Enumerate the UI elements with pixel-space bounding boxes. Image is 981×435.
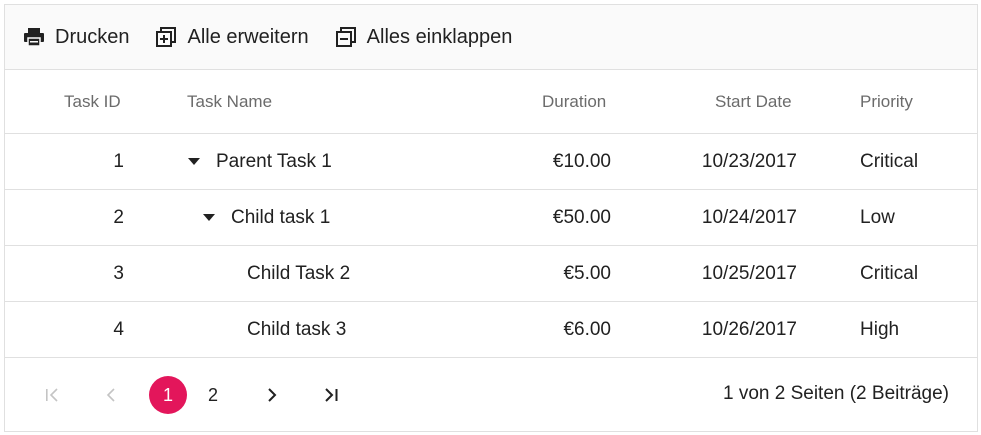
table-row[interactable]: 4 Child task 3 €6.00 10/26/2017 High [5, 302, 977, 358]
pager: 1 2 1 von 2 Seiten (2 Beiträge) [5, 358, 977, 431]
expand-all-label: Alle erweitern [187, 25, 309, 48]
collapse-all-button[interactable]: Alles einklappen [335, 25, 513, 49]
collapse-all-icon [335, 26, 357, 48]
expand-all-icon [155, 26, 177, 48]
toolbar: Drucken Alle erweitern Alles einklappen [5, 5, 977, 70]
priority-cell: Low [860, 207, 895, 228]
print-label: Drucken [55, 25, 130, 48]
expand-all-button[interactable]: Alle erweitern [155, 25, 309, 49]
previous-page-icon[interactable] [93, 377, 129, 413]
header-task-id[interactable]: Task ID [64, 92, 121, 112]
header-start-date[interactable]: Start Date [715, 92, 792, 112]
priority-cell: Critical [860, 263, 919, 284]
header-task-name[interactable]: Task Name [187, 92, 272, 112]
table-row[interactable]: 3 Child Task 2 €5.00 10/25/2017 Critical [5, 246, 977, 302]
last-page-icon[interactable] [313, 377, 349, 413]
start-date-cell: 10/26/2017 [701, 319, 797, 340]
start-date-cell: 10/25/2017 [701, 263, 797, 284]
header-priority[interactable]: Priority [860, 92, 913, 112]
page-number-current[interactable]: 1 [149, 376, 187, 414]
start-date-cell: 10/24/2017 [701, 207, 797, 228]
header-duration[interactable]: Duration [542, 92, 606, 112]
start-date-cell: 10/23/2017 [701, 151, 797, 172]
collapse-all-label: Alles einklappen [366, 25, 513, 48]
priority-cell: Critical [860, 151, 919, 172]
grid-header: Task ID Task Name Duration Start Date Pr… [5, 70, 977, 134]
print-button[interactable]: Drucken [23, 26, 129, 49]
table-row[interactable]: 2 Child task 1 €50.00 10/24/2017 Low [5, 190, 977, 246]
first-page-icon[interactable] [35, 377, 71, 413]
pager-info: 1 von 2 Seiten (2 Beiträge) [722, 383, 949, 404]
next-page-icon[interactable] [254, 377, 290, 413]
priority-cell: High [860, 319, 900, 340]
tree-grid: Drucken Alle erweitern Alles einklappen … [4, 4, 978, 432]
print-icon [23, 26, 45, 48]
page-number[interactable]: 2 [195, 377, 231, 413]
table-row[interactable]: 1 Parent Task 1 €10.00 10/23/2017 Critic… [5, 134, 977, 190]
